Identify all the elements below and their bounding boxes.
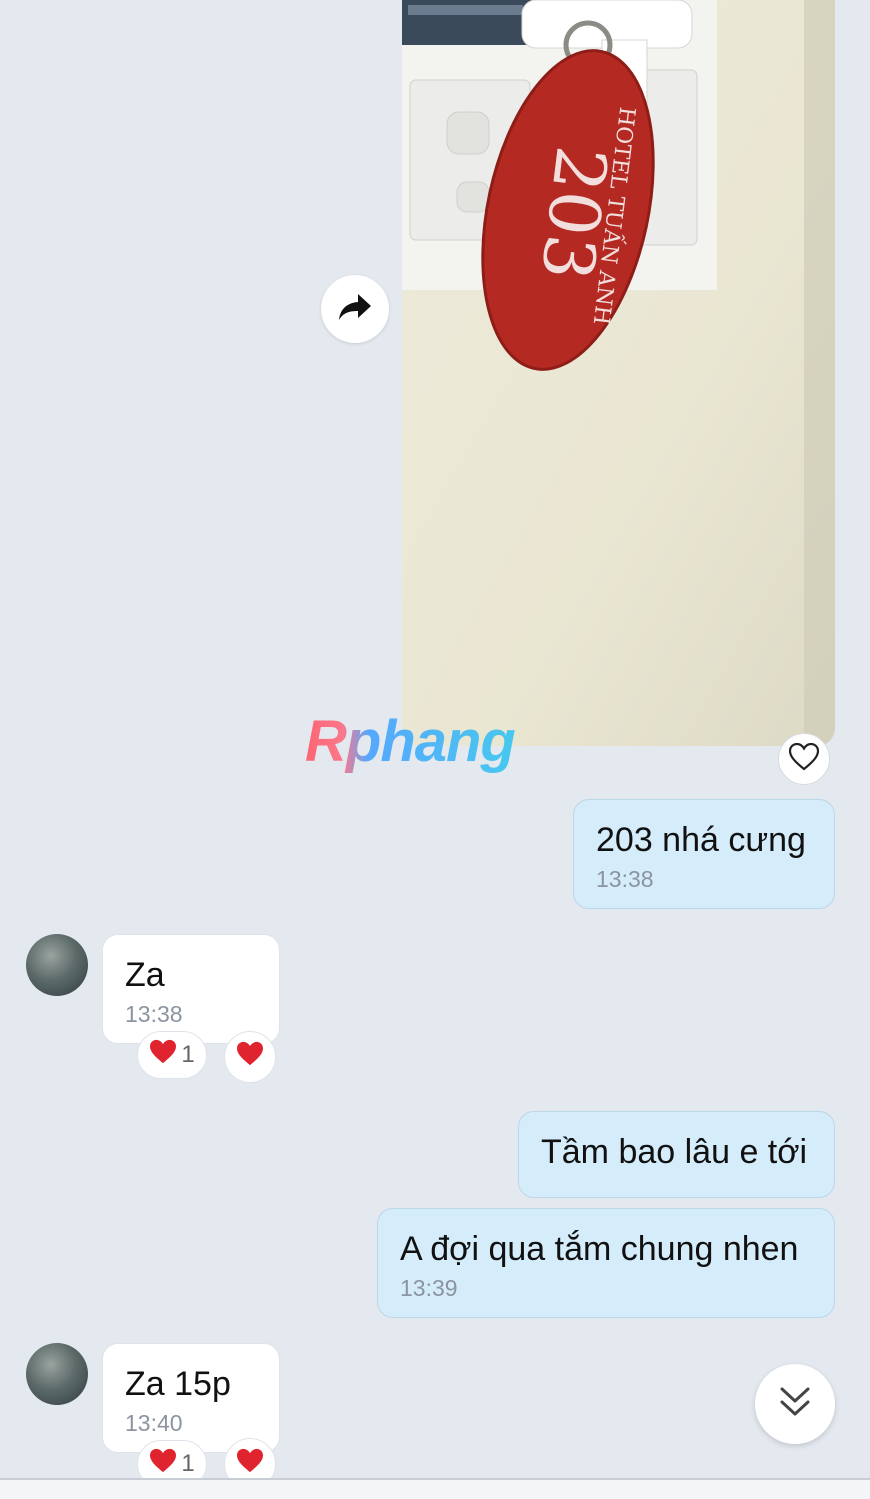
message-time: 13:38 <box>596 866 654 892</box>
message-bubble-outgoing[interactable]: 203 nhá cưng 13:38 <box>573 799 835 909</box>
watermark-logo: Rphang <box>305 709 516 774</box>
message-bubble-incoming[interactable]: Za 15p 13:40 <box>102 1343 280 1453</box>
message-time: 13:39 <box>400 1275 458 1301</box>
red-heart-icon <box>236 1041 264 1074</box>
red-heart-icon <box>236 1448 264 1481</box>
reaction-count: 1 <box>181 1041 195 1068</box>
forward-button[interactable] <box>321 275 389 343</box>
message-text: 203 nhá cưng <box>596 821 806 859</box>
message-time: 13:38 <box>125 1001 183 1027</box>
react-button[interactable] <box>224 1031 276 1083</box>
message-text: Tầm bao lâu e tới <box>541 1133 808 1171</box>
scroll-to-bottom-button[interactable] <box>755 1364 835 1444</box>
message-time: 13:40 <box>125 1410 183 1436</box>
like-button[interactable] <box>778 733 830 785</box>
shared-photo[interactable]: 203 HOTEL TUẤN ANH <box>402 0 835 746</box>
forward-arrow-icon <box>338 292 372 327</box>
avatar[interactable] <box>26 934 88 996</box>
double-chevron-down-icon <box>779 1385 811 1424</box>
reaction-summary[interactable]: 1 <box>137 1031 207 1079</box>
composer-area <box>0 1480 870 1499</box>
red-heart-icon <box>149 1039 177 1072</box>
red-heart-icon <box>149 1448 177 1481</box>
avatar[interactable] <box>26 1343 88 1405</box>
reaction-count: 1 <box>181 1450 195 1477</box>
message-text: A đợi qua tắm chung nhen <box>400 1230 799 1268</box>
message-text: Za 15p <box>125 1365 231 1403</box>
heart-outline-icon <box>788 742 820 776</box>
message-bubble-outgoing[interactable]: Tầm bao lâu e tới <box>518 1111 835 1198</box>
message-bubble-outgoing[interactable]: A đợi qua tắm chung nhen 13:39 <box>377 1208 835 1318</box>
message-bubble-incoming[interactable]: Za 13:38 <box>102 934 280 1044</box>
message-text: Za <box>125 956 165 994</box>
